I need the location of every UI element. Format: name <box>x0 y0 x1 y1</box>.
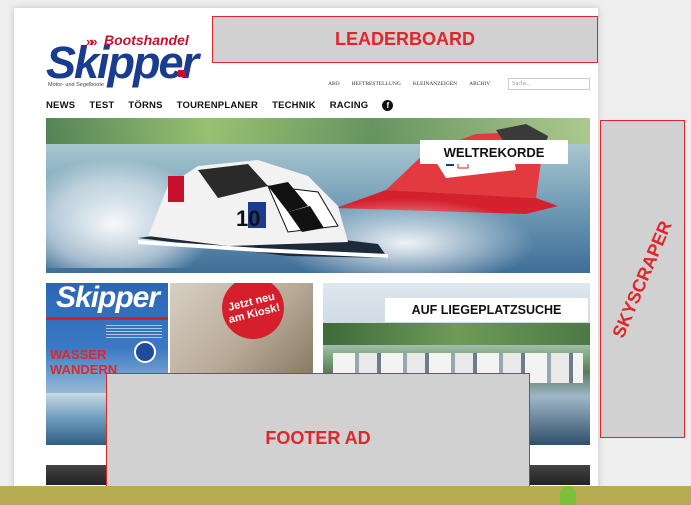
footer-ad[interactable]: FOOTER AD <box>106 373 530 503</box>
magazine-red-bar <box>46 317 168 320</box>
nav-item-racing[interactable]: RACING <box>330 100 369 111</box>
leaderboard-ad-label: LEADERBOARD <box>334 29 475 49</box>
skyscraper-ad[interactable]: SKYSCRAPER <box>600 120 685 438</box>
hero-label-weltrekorde[interactable]: WELTREKORDE <box>420 140 568 164</box>
kiosk-badge: Jetzt neu am Kiosk! <box>215 283 291 346</box>
utility-link-heftbestellung[interactable]: HEFTBESTELLUNG <box>352 81 401 87</box>
screenshot-stage: »» Bootshandel Skipper Motor- und Segelb… <box>0 0 691 505</box>
white-powerboat-image: 10 <box>138 160 388 258</box>
leaderboard-ad[interactable]: LEADERBOARD <box>212 16 598 63</box>
utility-link-kleinanzeigen[interactable]: KLEINANZEIGEN <box>413 81 457 87</box>
logo-brand-main: Skipper <box>46 37 199 88</box>
utility-link-archiv[interactable]: ARCHIV <box>469 81 490 87</box>
utility-nav: ABO HEFTBESTELLUNG KLEINANZEIGEN ARCHIV <box>328 81 490 87</box>
kiosk-promo-tile[interactable]: Jetzt neu am Kiosk! <box>170 283 313 373</box>
magazine-badge <box>134 341 156 363</box>
nav-item-test[interactable]: TEST <box>89 100 114 111</box>
skyscraper-ad-label: SKYSCRAPER <box>608 217 676 341</box>
logo-tagline: Motor- und Segelboote <box>48 82 104 88</box>
hero-banner[interactable]: 10 WELTREKORDE <box>46 118 590 273</box>
magazine-logo: Skipper <box>56 283 160 314</box>
footer-ad-label: FOOTER AD <box>265 427 371 448</box>
facebook-icon[interactable]: f <box>382 100 394 111</box>
magazine-headline-1: WASSER <box>50 347 107 362</box>
marina-trees <box>323 323 590 345</box>
nav-item-news[interactable]: NEWS <box>46 100 75 111</box>
skipper-logo[interactable]: »» Bootshandel Skipper Motor- und Segelb… <box>46 30 199 90</box>
utility-link-abo[interactable]: ABO <box>328 81 340 87</box>
green-shrub <box>560 486 576 505</box>
logo-red-dot <box>178 70 186 77</box>
nav-item-tourenplaner[interactable]: TOURENPLANER <box>177 100 258 111</box>
svg-text:10: 10 <box>236 206 260 231</box>
main-nav: NEWS TEST TÖRNS TOURENPLANER TECHNIK RAC… <box>46 100 394 111</box>
marina-label[interactable]: AUF LIEGEPLATZSUCHE <box>385 298 588 322</box>
search-input[interactable]: Suche... <box>508 78 590 90</box>
nav-item-technik[interactable]: TECHNIK <box>272 100 316 111</box>
magazine-cover-lines <box>106 325 162 339</box>
nav-item-toerns[interactable]: TÖRNS <box>128 100 162 111</box>
bottom-band <box>0 486 691 505</box>
